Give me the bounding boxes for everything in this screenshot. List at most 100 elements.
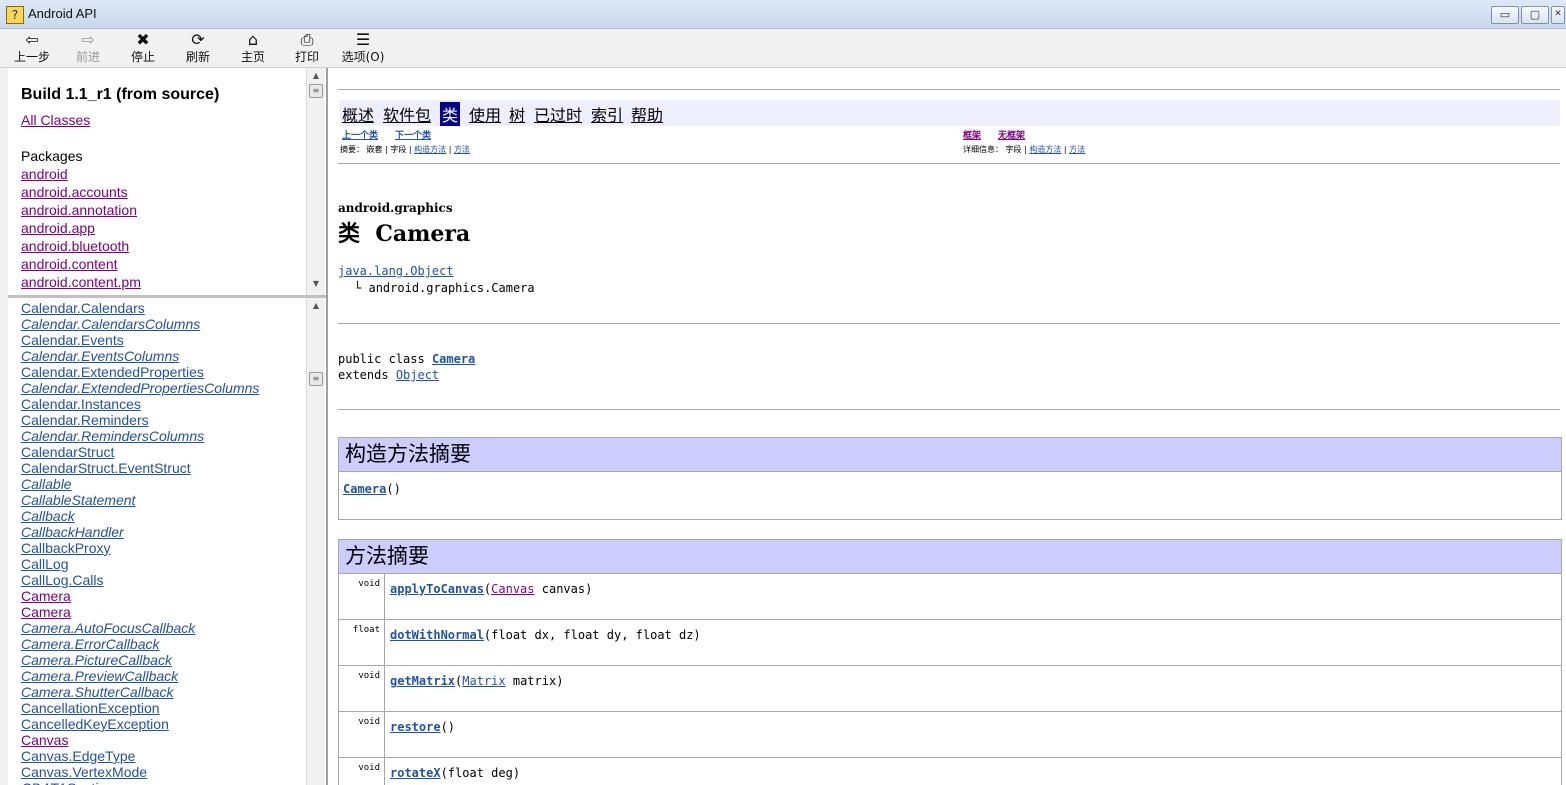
class-link[interactable]: Calendar.Events [21,332,124,348]
print-button[interactable]: ⎙ 打印 [287,30,327,66]
method-link[interactable]: rotateX [390,766,441,780]
class-link[interactable]: Canvas [21,732,68,748]
left-frame-border [0,68,8,785]
method-params: (float dx, float dy, float dz) [483,628,701,642]
class-link[interactable]: Calendar.EventsColumns [21,348,179,364]
minimize-button[interactable]: ▭ [1491,6,1519,24]
nav-overview[interactable]: 概述 [342,102,374,126]
constructor-row: Camera() [343,482,401,496]
class-link[interactable]: Calendar.ExtendedPropertiesColumns [21,380,259,396]
build-title: Build 1.1_r1 (from source) [21,86,220,103]
nav-help[interactable]: 帮助 [631,102,663,126]
class-link[interactable]: Callback [21,508,75,524]
class-link[interactable]: CallbackHandler [21,524,124,540]
packages-label: Packages [21,148,83,164]
method-link[interactable]: dotWithNormal [390,628,484,642]
class-link[interactable]: Canvas.VertexMode [21,764,147,780]
package-link[interactable]: android.bluetooth [21,238,129,254]
all-classes-link[interactable]: All Classes [21,112,90,128]
back-button[interactable]: ⇦ 上一步 [12,30,52,66]
detail-constructor-link[interactable]: 构造方法 [1029,145,1061,154]
class-link[interactable]: Camera.AutoFocusCallback [21,620,195,636]
constructor-params: () [386,482,401,496]
package-link[interactable]: android.content [21,256,118,272]
method-params: () [440,720,456,734]
classes-scrollbar[interactable]: ▲ ≡ [306,298,325,785]
hierarchy-child: └ android.graphics.Camera [354,281,535,295]
class-link[interactable]: Callable [21,476,72,492]
class-link[interactable]: CancelledKeyException [21,716,169,732]
class-link[interactable]: Calendar.Reminders [21,412,149,428]
class-link[interactable]: CalendarStruct [21,444,114,460]
nav-tree[interactable]: 树 [509,102,525,126]
class-link[interactable]: Camera.ErrorCallback [21,636,159,652]
summary-constructor-link[interactable]: 构造方法 [414,145,446,154]
detail-method-link[interactable]: 方法 [1069,145,1085,154]
nav-use[interactable]: 使用 [469,102,501,126]
class-link[interactable]: CallLog.Calls [21,572,103,588]
class-link[interactable]: Canvas.EdgeType [21,748,135,764]
decl-super-link[interactable]: Object [396,368,439,382]
nav-package[interactable]: 软件包 [383,102,431,126]
class-link[interactable]: Camera.PictureCallback [21,652,172,668]
class-link[interactable]: Calendar.CalendarsColumns [21,316,200,332]
class-link[interactable]: CDATASection [21,780,113,785]
class-link[interactable]: Calendar.RemindersColumns [21,428,204,444]
class-link[interactable]: CalendarStruct.EventStruct [21,460,191,476]
method-link[interactable]: applyToCanvas [390,582,484,596]
nav-deprecated[interactable]: 已过时 [534,102,582,126]
class-link[interactable]: Calendar.Calendars [21,300,145,316]
summary-nested: 嵌套 [366,145,383,154]
package-link[interactable]: android.annotation [21,202,137,218]
stop-button[interactable]: ✖ 停止 [123,30,163,66]
method-params: matrix) [505,674,564,688]
method-link[interactable]: getMatrix [390,674,455,688]
scroll-up-icon[interactable]: ▲ [307,68,325,84]
package-link[interactable]: android [21,166,68,182]
decl-class-link[interactable]: Camera [432,352,475,366]
prev-class-link[interactable]: 上一个类 [342,128,378,141]
no-frames-link[interactable]: 无框架 [998,128,1025,141]
package-link[interactable]: android.app [21,220,95,236]
param-type-link[interactable]: Canvas [491,582,534,596]
class-link[interactable]: CallLog [21,556,68,572]
class-link[interactable]: CancellationException [21,700,160,716]
home-button[interactable]: ⌂ 主页 [233,30,273,66]
class-link[interactable]: Camera.PreviewCallback [21,668,178,684]
class-title-name: Camera [375,221,471,247]
title-bar: ? Android API ▭ ▢ ✕ [0,0,1566,29]
refresh-button[interactable]: ⟳ 刷新 [178,30,218,66]
class-link[interactable]: Camera.ShutterCallback [21,684,174,700]
packages-frame: Build 1.1_r1 (from source) All Classes P… [8,68,306,295]
options-button[interactable]: ☰ 选项(O) [338,30,388,66]
next-class-link[interactable]: 下一个类 [395,128,431,141]
param-type-link[interactable]: Matrix [462,674,505,688]
constructor-link[interactable]: Camera [343,482,386,496]
nav-index[interactable]: 索引 [591,102,623,126]
scroll-up-icon[interactable]: ▲ [307,298,325,314]
class-title: 类 Camera [338,216,470,248]
scroll-thumb[interactable]: ≡ [309,84,323,98]
method-link[interactable]: restore [390,720,441,734]
maximize-button[interactable]: ▢ [1521,6,1549,24]
class-link[interactable]: Camera [21,604,71,620]
scroll-thumb[interactable]: ≡ [309,372,323,386]
frames-link[interactable]: 框架 [963,128,981,141]
nav-class: 类 [440,102,461,126]
class-link[interactable]: Camera [21,588,71,604]
class-link[interactable]: CallbackProxy [21,540,110,556]
packages-scrollbar[interactable]: ▲ ≡ ▼ [306,68,325,295]
class-link[interactable]: Calendar.Instances [21,396,141,412]
divider [338,409,1560,410]
package-link[interactable]: android.accounts [21,184,128,200]
class-link[interactable]: CallableStatement [21,492,135,508]
forward-button[interactable]: ⇨ 前进 [68,30,108,66]
package-link[interactable]: android.content.pm [21,274,141,290]
summary-method-link[interactable]: 方法 [454,145,470,154]
method-params: (float deg) [440,766,521,780]
close-button[interactable]: ✕ [1551,6,1565,24]
print-label: 打印 [294,50,319,64]
scroll-down-icon[interactable]: ▼ [307,276,325,292]
class-link[interactable]: Calendar.ExtendedProperties [21,364,204,380]
java-lang-object-link[interactable]: java.lang.Object [338,264,454,278]
